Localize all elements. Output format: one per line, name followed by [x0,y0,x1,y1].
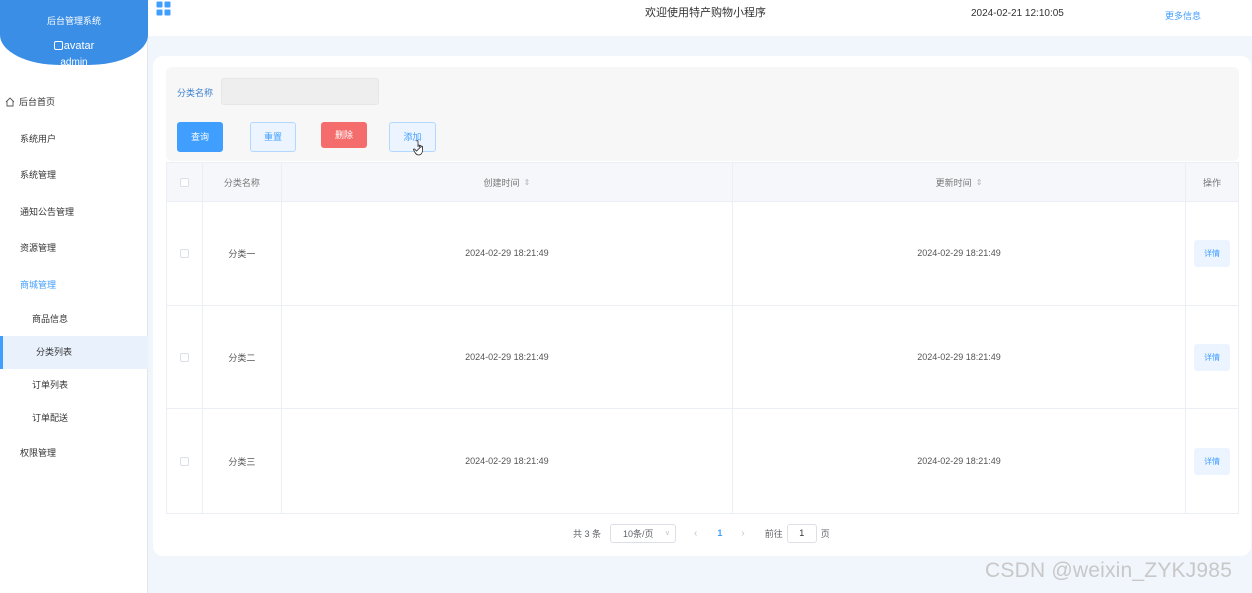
detail-button[interactable]: 详情 [1194,447,1231,475]
sidebar-item-label: 商品信息 [32,314,69,324]
sidebar-item-system-users[interactable]: 系统用户 [0,121,148,158]
page-number-current[interactable]: 1 [717,528,722,538]
cell-operation: 详情 [1186,306,1238,409]
sidebar-item-system-management[interactable]: 系统管理 [0,157,148,194]
header-name: 分类名称 [203,163,282,201]
category-name-label: 分类名称 [177,88,214,98]
cell-updated: 2024-02-29 18:21:49 [733,202,1187,305]
table-row: 分类三 2024-02-29 18:21:49 2024-02-29 18:21… [167,409,1238,514]
header-created[interactable]: 创建时间 ⇕ [282,163,733,201]
sidebar-item-home[interactable]: 后台首页 [0,84,148,121]
sidebar-item-label: 后台首页 [19,97,56,107]
main-card: 分类名称 查询 重置 删除 添加 分类名称 创建时间 ⇕ 更新时间 ⇕ 操作 分类一… [153,56,1251,556]
row-select-cell [167,202,203,305]
cell-created: 2024-02-29 18:21:49 [282,202,733,305]
sidebar-item-category-list[interactable]: 分类列表 [0,336,148,369]
avatar-alt-text: avatar [63,40,95,52]
hand-cursor-icon [413,140,423,156]
goto-page-input[interactable] [786,523,817,543]
watermark: CSDN @weixin_ZYKJ985 [985,559,1233,582]
sidebar-item-label: 系统用户 [20,133,57,144]
header-updated[interactable]: 更新时间 ⇕ [733,163,1187,201]
cell-updated: 2024-02-29 18:21:49 [733,305,1187,409]
welcome-title: 欢迎使用特产购物小程序 [645,7,766,19]
sidebar-item-label: 商城管理 [20,279,57,290]
header-created-label: 创建时间 [483,177,520,188]
goto-suffix: 页 [820,528,830,539]
row-checkbox[interactable] [179,248,189,258]
reset-button[interactable]: 重置 [250,122,296,152]
detail-button[interactable]: 详情 [1194,239,1231,267]
table-row: 分类二 2024-02-29 18:21:49 2024-02-29 18:21… [167,305,1238,410]
header-select-cell [167,163,203,201]
cell-name: 分类一 [203,202,282,305]
header-operation: 操作 [1203,177,1222,188]
page-size-select[interactable]: 10条/页 ∨ [610,523,677,543]
detail-button[interactable]: 详情 [1194,343,1231,371]
pagination: 共 3 条 10条/页 ∨ ‹ 1 › 前往 页 [573,523,830,543]
cell-updated: 2024-02-29 18:21:49 [733,409,1187,514]
row-checkbox[interactable] [179,456,189,466]
category-name-input[interactable] [221,78,379,105]
sidebar-item-resource-management[interactable]: 资源管理 [0,230,148,267]
delete-button[interactable]: 删除 [321,122,367,148]
filter-panel: 分类名称 查询 重置 删除 添加 [166,67,1239,161]
brand-header: 后台管理系统 avatar admin [0,0,148,68]
brand-title: 后台管理系统 [46,16,101,26]
category-table: 分类名称 创建时间 ⇕ 更新时间 ⇕ 操作 分类一 2024-02-29 18:21… [166,162,1239,515]
query-button[interactable]: 查询 [177,122,223,152]
cell-name: 分类三 [203,409,282,514]
sidebar-item-notice-management[interactable]: 通知公告管理 [0,194,148,231]
row-select-cell [167,409,203,514]
row-select-cell [167,305,203,409]
grid-menu-icon[interactable] [156,1,171,16]
next-page-button[interactable]: › [741,528,744,539]
cell-name: 分类二 [203,305,282,409]
cell-created: 2024-02-29 18:21:49 [282,409,733,514]
broken-image-icon [53,41,63,50]
sort-icon[interactable]: ⇕ [524,178,531,187]
sidebar-item-permission-management[interactable]: 权限管理 [0,435,148,472]
sidebar-item-label: 订单列表 [32,380,69,390]
sort-icon[interactable]: ⇕ [976,178,983,187]
sidebar-item-label: 系统管理 [20,170,57,180]
home-icon [5,97,15,107]
header-datetime: 2024-02-21 12:10:05 [971,8,1064,19]
sidebar-item-label: 权限管理 [20,448,57,458]
cell-operation: 详情 [1186,409,1238,513]
chevron-down-icon: ∨ [664,530,671,537]
sidebar-item-label: 分类列表 [36,347,73,357]
table-header: 分类名称 创建时间 ⇕ 更新时间 ⇕ 操作 [167,162,1238,202]
top-header: 欢迎使用特产购物小程序 2024-02-21 12:10:05 更多信息 [148,0,1252,36]
sidebar-item-product-info[interactable]: 商品信息 [0,303,148,336]
cell-operation: 详情 [1186,202,1238,305]
pagination-total: 共 3 条 [573,528,602,539]
more-info-link[interactable]: 更多信息 [1165,9,1201,22]
sidebar-item-label: 通知公告管理 [20,206,75,217]
avatar[interactable]: avatar [0,40,148,52]
goto-prefix: 前往 [764,528,783,539]
prev-page-button[interactable]: ‹ [694,528,697,539]
sidebar-menu: 后台首页 系统用户 系统管理 通知公告管理 资源管理 商城管理 商品信息 分类列… [0,84,148,472]
sidebar-item-order-list[interactable]: 订单列表 [0,369,148,402]
cell-created: 2024-02-29 18:21:49 [282,305,733,409]
page-size-value: 10条/页 [623,528,654,539]
table-row: 分类一 2024-02-29 18:21:49 2024-02-29 18:21… [167,202,1238,306]
select-all-checkbox[interactable] [179,177,189,187]
sidebar-item-order-delivery[interactable]: 订单配送 [0,402,148,435]
sidebar-item-mall-management[interactable]: 商城管理 [0,267,148,304]
header-updated-label: 更新时间 [935,177,972,188]
sidebar: 后台管理系统 avatar admin 后台首页 系统用户 系统管理 通知公告管… [0,0,148,593]
username: admin [60,57,88,68]
row-checkbox[interactable] [179,352,189,362]
sidebar-item-label: 资源管理 [20,243,57,253]
sidebar-item-label: 订单配送 [32,413,69,423]
